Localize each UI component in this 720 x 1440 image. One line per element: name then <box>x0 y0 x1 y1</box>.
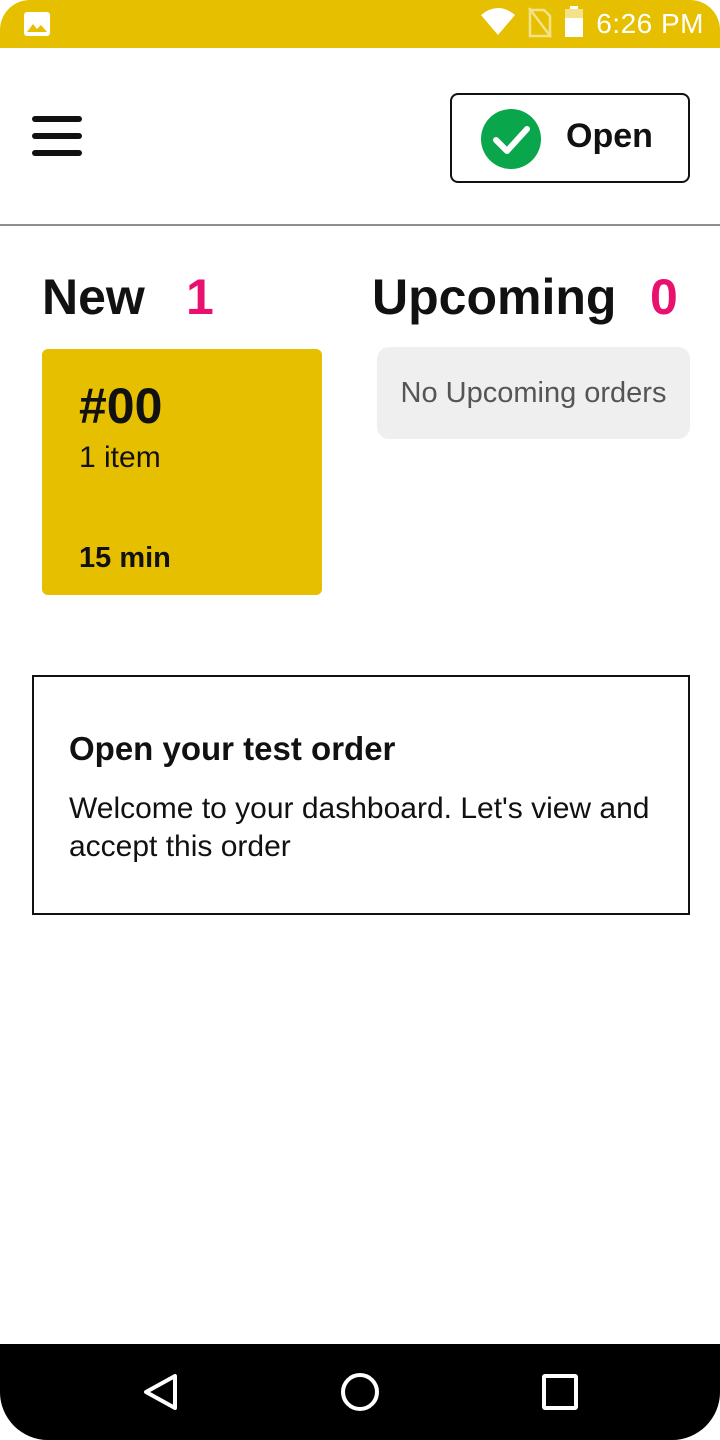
battery-icon <box>564 5 584 43</box>
no-sim-icon <box>528 6 553 43</box>
navigation-bar <box>0 1344 720 1440</box>
home-icon[interactable] <box>332 1364 388 1420</box>
upcoming-empty-text: No Upcoming orders <box>400 377 667 409</box>
recents-icon[interactable] <box>532 1364 588 1420</box>
upcoming-empty-state: No Upcoming orders <box>377 347 690 439</box>
check-circle-icon <box>480 108 542 170</box>
new-count: 1 <box>186 269 214 325</box>
status-icons: 6:26 PM <box>480 5 704 43</box>
status-bar: 6:26 PM <box>0 0 720 48</box>
onboarding-body: Welcome to your dashboard. Let's view an… <box>69 792 650 863</box>
open-status-label: Open <box>566 117 653 155</box>
onboarding-title: Open your test order <box>69 730 396 767</box>
image-icon <box>24 12 50 36</box>
order-time: 15 min <box>79 542 171 574</box>
status-time: 6:26 PM <box>596 8 704 39</box>
new-heading: New <box>42 269 145 325</box>
app-header: Open <box>0 48 720 226</box>
onboarding-tooltip: Open your test order Welcome to your das… <box>32 675 690 915</box>
wifi-icon <box>480 7 516 42</box>
menu-button[interactable] <box>32 116 82 160</box>
back-icon[interactable] <box>132 1364 188 1420</box>
screen: 6:26 PM Open New 1 Upcoming 0 #00 1 item… <box>0 0 720 1440</box>
open-status-button[interactable]: Open <box>450 93 690 183</box>
order-number: #00 <box>79 378 163 434</box>
upcoming-heading: Upcoming <box>372 269 617 325</box>
order-item-count: 1 item <box>79 441 161 474</box>
upcoming-count: 0 <box>650 269 678 325</box>
order-card[interactable]: #00 1 item 15 min <box>42 349 322 595</box>
